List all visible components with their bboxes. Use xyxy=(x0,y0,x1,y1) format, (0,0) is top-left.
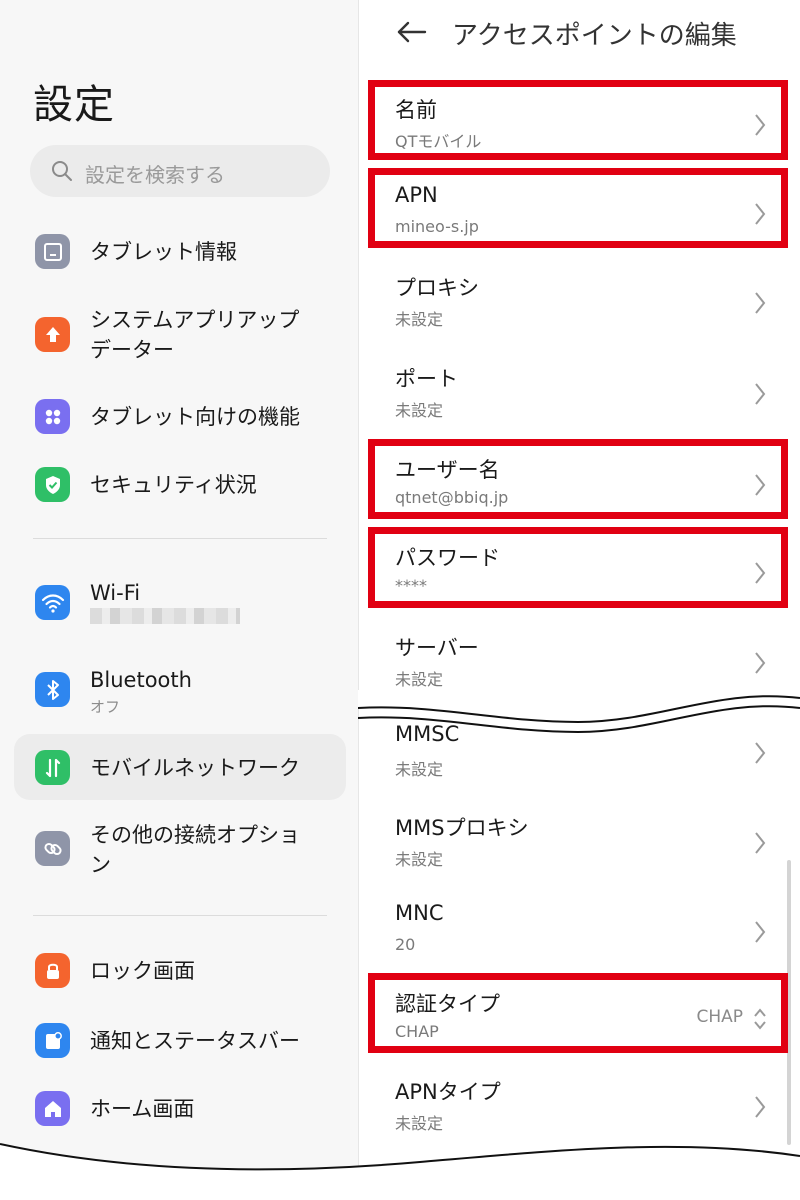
chevron-right-icon xyxy=(755,652,766,674)
grid-dots-icon xyxy=(35,399,70,434)
auth-type-selector-value[interactable]: CHAP xyxy=(696,1007,743,1027)
bluetooth-status: オフ xyxy=(90,698,121,716)
field-title: APNタイプ xyxy=(395,1080,501,1104)
sidebar-item-label: ロック画面 xyxy=(90,959,195,983)
chevron-right-icon xyxy=(755,114,766,136)
apn-field-mms-proxy[interactable]: MMSプロキシ 未設定 xyxy=(375,804,785,884)
sidebar-item-label: タブレット情報 xyxy=(90,240,237,264)
field-title: ポート xyxy=(395,367,458,391)
search-icon xyxy=(52,161,72,181)
sidebar-item-tablet-info[interactable]: タブレット情報 xyxy=(0,232,358,282)
upload-arrow-icon xyxy=(35,317,70,352)
chevron-right-icon xyxy=(755,203,766,225)
field-title: MMSプロキシ xyxy=(395,816,529,840)
wifi-icon xyxy=(35,585,70,620)
apn-field-username[interactable]: ユーザー名 qtnet@bbiq.jp xyxy=(375,446,785,526)
chevron-right-icon xyxy=(755,742,766,764)
sidebar-item-other-connections[interactable]: その他の接続オプショ ン xyxy=(0,820,358,884)
sidebar-item-label: システムアプリアップ xyxy=(90,308,300,332)
apn-field-mnc[interactable]: MNC 20 xyxy=(375,893,785,973)
shield-check-icon xyxy=(35,467,70,502)
field-title: 認証タイプ xyxy=(395,992,500,1016)
field-value: 20 xyxy=(395,935,416,954)
field-title: 名前 xyxy=(395,98,437,122)
field-value: CHAP xyxy=(395,1022,439,1041)
field-title: プロキシ xyxy=(395,276,479,300)
sidebar-item-label: Wi-Fi xyxy=(90,581,141,605)
chevron-right-icon xyxy=(755,921,766,943)
back-arrow-icon[interactable] xyxy=(395,14,431,50)
sidebar-item-label-line2: ン xyxy=(90,853,111,877)
sidebar-item-security[interactable]: セキュリティ状況 xyxy=(0,465,358,515)
field-title: サーバー xyxy=(395,636,479,660)
field-title: ユーザー名 xyxy=(395,458,500,482)
lock-icon xyxy=(35,953,70,988)
chevron-right-icon xyxy=(755,292,766,314)
search-placeholder: 設定を検索する xyxy=(85,163,225,187)
sidebar-item-lock-screen[interactable]: ロック画面 xyxy=(0,950,358,1000)
link-icon xyxy=(35,831,70,866)
page-title: アクセスポイントの編集 xyxy=(452,21,737,51)
sidebar-item-system-app-update[interactable]: システムアプリアップ データー xyxy=(0,305,358,369)
field-value: qtnet@bbiq.jp xyxy=(395,488,509,507)
sidebar-item-label: セキュリティ状況 xyxy=(90,473,257,497)
field-value: 未設定 xyxy=(395,310,444,329)
field-value: QTモバイル xyxy=(395,132,482,151)
sidebar-item-bluetooth[interactable]: Bluetooth オフ xyxy=(0,665,358,725)
sidebar-item-label: Bluetooth xyxy=(90,668,192,692)
apn-field-apn[interactable]: APN mineo-s.jp xyxy=(375,175,785,255)
field-value: 未設定 xyxy=(395,850,444,869)
field-value: 未設定 xyxy=(395,401,444,420)
sidebar-item-notifications[interactable]: 通知とステータスバー xyxy=(0,1020,358,1070)
notification-icon xyxy=(35,1023,70,1058)
section-divider xyxy=(33,915,327,916)
sidebar-item-label: ホーム画面 xyxy=(90,1097,195,1121)
mobile-data-icon xyxy=(35,750,70,785)
sidebar-item-label: 通知とステータスバー xyxy=(90,1029,300,1053)
page-title: 設定 xyxy=(33,82,115,128)
sidebar-item-label: モバイルネットワーク xyxy=(90,756,300,780)
chevron-right-icon xyxy=(755,562,766,584)
field-value: 未設定 xyxy=(395,670,444,689)
wifi-network-name-redacted xyxy=(90,608,240,624)
apn-field-port[interactable]: ポート 未設定 xyxy=(375,355,785,435)
chevron-right-icon xyxy=(755,1096,766,1118)
field-title: APN xyxy=(395,183,438,207)
bluetooth-icon xyxy=(35,672,70,707)
tablet-icon xyxy=(35,234,70,269)
sidebar-item-label: その他の接続オプショ xyxy=(90,823,300,847)
sidebar-item-label: タブレット向けの機能 xyxy=(90,405,300,429)
apn-field-password[interactable]: パスワード **** xyxy=(375,534,785,614)
omission-break-wave xyxy=(358,690,800,734)
apn-field-proxy[interactable]: プロキシ 未設定 xyxy=(375,264,785,344)
panel-divider xyxy=(358,0,359,1200)
apn-field-auth-type[interactable]: 認証タイプ CHAP CHAP xyxy=(375,980,785,1060)
chevron-right-icon xyxy=(755,383,766,405)
field-value: **** xyxy=(395,576,427,595)
sidebar-item-tablet-features[interactable]: タブレット向けの機能 xyxy=(0,397,358,447)
section-divider xyxy=(33,538,327,539)
field-value: mineo-s.jp xyxy=(395,217,479,236)
chevron-right-icon xyxy=(755,832,766,854)
settings-sidebar: 設定 設定を検索する タブレット情報 システムアプリアップ データー タブレット… xyxy=(0,0,358,1200)
field-title: MNC xyxy=(395,901,444,925)
field-value: 未設定 xyxy=(395,760,444,779)
apn-field-name[interactable]: 名前 QTモバイル xyxy=(375,86,785,166)
search-input[interactable]: 設定を検索する xyxy=(30,145,330,197)
home-icon xyxy=(35,1091,70,1126)
sidebar-item-label-line2: データー xyxy=(90,338,174,362)
chevron-up-down-icon[interactable] xyxy=(753,1006,767,1032)
field-title: パスワード xyxy=(395,546,500,570)
bottom-torn-edge xyxy=(0,1143,800,1200)
sidebar-item-mobile-network[interactable]: モバイルネットワーク xyxy=(0,744,358,794)
chevron-right-icon xyxy=(755,474,766,496)
scrollbar[interactable] xyxy=(787,860,791,1145)
